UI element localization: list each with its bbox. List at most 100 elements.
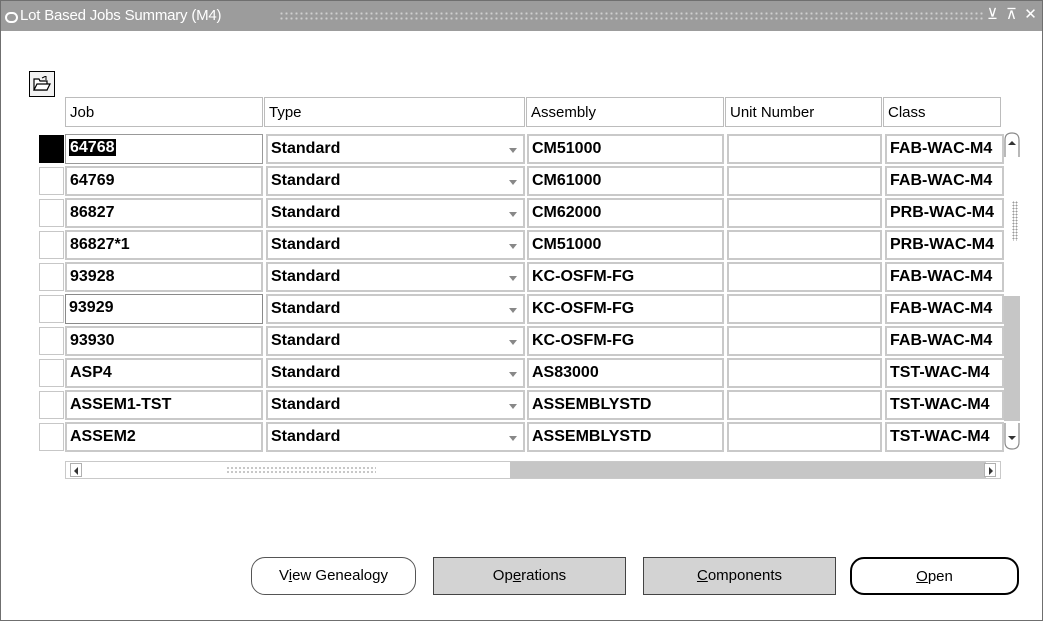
type-select[interactable]: Standard (266, 198, 525, 228)
open-button[interactable]: Open (850, 557, 1019, 595)
row-selector[interactable] (39, 135, 64, 163)
assembly-cell[interactable]: ASSEMBLYSTD (527, 422, 724, 452)
job-cell[interactable]: 86827 (65, 198, 263, 228)
row-selector[interactable] (39, 327, 64, 355)
job-cell[interactable]: 93929 (65, 294, 263, 324)
class-cell[interactable]: FAB-WAC-M4 (885, 294, 1004, 324)
type-select[interactable]: Standard (266, 422, 525, 452)
table-row[interactable]: 93929 Standard KC-OSFM-FG FAB-WAC-M4 (1, 294, 1042, 326)
row-selector[interactable] (39, 391, 64, 419)
row-selector[interactable] (39, 263, 64, 291)
table-row[interactable]: ASSEM1-TST Standard ASSEMBLYSTD TST-WAC-… (1, 390, 1042, 422)
row-selector[interactable] (39, 231, 64, 259)
type-select[interactable]: Standard (266, 262, 525, 292)
job-cell[interactable]: 64768 (65, 134, 263, 164)
title-bar[interactable]: Lot Based Jobs Summary (M4) ⊻ ⊼ ✕ (1, 1, 1042, 31)
assembly-cell[interactable]: CM61000 (527, 166, 724, 196)
row-selector[interactable] (39, 199, 64, 227)
job-cell[interactable]: 93928 (65, 262, 263, 292)
components-button[interactable]: Components (643, 557, 836, 595)
unit-number-cell[interactable] (727, 422, 882, 452)
job-cell[interactable]: 86827*1 (65, 230, 263, 260)
unit-number-cell[interactable] (727, 166, 882, 196)
job-cell[interactable]: ASSEM1-TST (65, 390, 263, 420)
window-menu-icon[interactable] (5, 12, 18, 23)
row-selector[interactable] (39, 167, 64, 195)
table-row[interactable]: ASSEM2 Standard ASSEMBLYSTD TST-WAC-M4 (1, 422, 1042, 454)
assembly-cell[interactable]: CM62000 (527, 198, 724, 228)
column-header-class[interactable]: Class (883, 97, 1001, 127)
type-select[interactable]: Standard (266, 358, 525, 388)
unit-number-cell[interactable] (727, 358, 882, 388)
unit-number-cell[interactable] (727, 230, 882, 260)
scroll-down-icon[interactable] (1004, 423, 1020, 451)
close-icon[interactable]: ✕ (1022, 4, 1039, 26)
chevron-down-icon[interactable] (509, 372, 517, 377)
row-selector[interactable] (39, 295, 64, 323)
scroll-up-icon[interactable] (1004, 131, 1020, 159)
scroll-track[interactable] (1004, 296, 1020, 421)
chevron-down-icon[interactable] (509, 148, 517, 153)
chevron-down-icon[interactable] (509, 180, 517, 185)
class-cell[interactable]: FAB-WAC-M4 (885, 326, 1004, 356)
assembly-cell[interactable]: KC-OSFM-FG (527, 326, 724, 356)
column-header-assembly[interactable]: Assembly (526, 97, 724, 127)
row-selector[interactable] (39, 359, 64, 387)
unit-number-cell[interactable] (727, 390, 882, 420)
chevron-down-icon[interactable] (509, 276, 517, 281)
chevron-down-icon[interactable] (509, 404, 517, 409)
type-select[interactable]: Standard (266, 230, 525, 260)
type-select[interactable]: Standard (266, 326, 525, 356)
job-cell[interactable]: ASSEM2 (65, 422, 263, 452)
type-select[interactable]: Standard (266, 294, 525, 324)
table-row[interactable]: 86827*1 Standard CM51000 PRB-WAC-M4 (1, 230, 1042, 262)
column-header-type[interactable]: Type (264, 97, 525, 127)
row-selector[interactable] (39, 423, 64, 451)
table-row[interactable]: 86827 Standard CM62000 PRB-WAC-M4 (1, 198, 1042, 230)
type-select[interactable]: Standard (266, 166, 525, 196)
class-cell[interactable]: PRB-WAC-M4 (885, 230, 1004, 260)
unit-number-cell[interactable] (727, 262, 882, 292)
unit-number-cell[interactable] (727, 198, 882, 228)
unit-number-cell[interactable] (727, 326, 882, 356)
job-cell[interactable]: 64769 (65, 166, 263, 196)
unit-number-cell[interactable] (727, 134, 882, 164)
table-row[interactable]: 64768 Standard CM51000 FAB-WAC-M4 (1, 134, 1042, 166)
class-cell[interactable]: TST-WAC-M4 (885, 422, 1004, 452)
unit-number-cell[interactable] (727, 294, 882, 324)
column-header-unit-number[interactable]: Unit Number (725, 97, 882, 127)
job-cell[interactable]: 93930 (65, 326, 263, 356)
vertical-scrollbar[interactable] (1004, 131, 1020, 450)
class-cell[interactable]: FAB-WAC-M4 (885, 166, 1004, 196)
type-select[interactable]: Standard (266, 134, 525, 164)
table-row[interactable]: 93930 Standard KC-OSFM-FG FAB-WAC-M4 (1, 326, 1042, 358)
class-cell[interactable]: FAB-WAC-M4 (885, 134, 1004, 164)
scroll-thumb[interactable] (510, 462, 986, 478)
assembly-cell[interactable]: CM51000 (527, 230, 724, 260)
view-genealogy-button[interactable]: View Genealogy (251, 557, 416, 595)
assembly-cell[interactable]: KC-OSFM-FG (527, 294, 724, 324)
assembly-cell[interactable]: AS83000 (527, 358, 724, 388)
scroll-right-icon[interactable] (984, 463, 996, 477)
chevron-down-icon[interactable] (509, 244, 517, 249)
assembly-cell[interactable]: CM51000 (527, 134, 724, 164)
class-cell[interactable]: TST-WAC-M4 (885, 390, 1004, 420)
minimize-icon[interactable]: ⊻ (984, 4, 1001, 26)
table-row[interactable]: 64769 Standard CM61000 FAB-WAC-M4 (1, 166, 1042, 198)
assembly-cell[interactable]: ASSEMBLYSTD (527, 390, 724, 420)
chevron-down-icon[interactable] (509, 340, 517, 345)
horizontal-scrollbar[interactable] (65, 461, 1001, 479)
maximize-icon[interactable]: ⊼ (1003, 4, 1020, 26)
chevron-down-icon[interactable] (509, 436, 517, 441)
table-row[interactable]: 93928 Standard KC-OSFM-FG FAB-WAC-M4 (1, 262, 1042, 294)
column-header-job[interactable]: Job (65, 97, 263, 127)
folder-tool-button[interactable] (29, 71, 55, 97)
class-cell[interactable]: PRB-WAC-M4 (885, 198, 1004, 228)
class-cell[interactable]: FAB-WAC-M4 (885, 262, 1004, 292)
chevron-down-icon[interactable] (509, 308, 517, 313)
operations-button[interactable]: Operations (433, 557, 626, 595)
assembly-cell[interactable]: KC-OSFM-FG (527, 262, 724, 292)
job-cell[interactable]: ASP4 (65, 358, 263, 388)
scroll-left-icon[interactable] (70, 463, 82, 477)
class-cell[interactable]: TST-WAC-M4 (885, 358, 1004, 388)
